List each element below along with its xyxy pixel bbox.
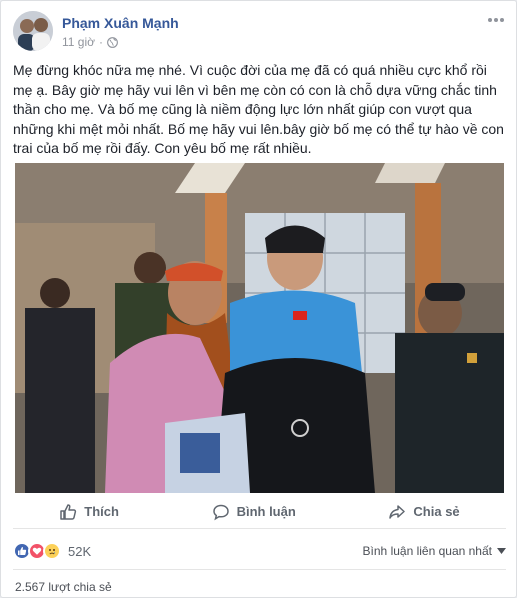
more-options-icon[interactable] <box>486 13 506 27</box>
caret-down-icon <box>497 548 506 554</box>
avatar[interactable] <box>13 11 53 51</box>
thumbs-up-icon <box>60 503 77 520</box>
post-text: Mẹ đừng khóc nữa mẹ nhé. Vì cuộc đời của… <box>13 62 504 156</box>
reactions-count[interactable]: 52K <box>68 544 91 559</box>
divider <box>13 569 506 570</box>
post-time[interactable]: 11 giờ <box>62 35 95 49</box>
sad-reaction-icon <box>43 542 61 560</box>
comment-label: Bình luận <box>236 504 296 519</box>
post-photo[interactable] <box>15 163 504 493</box>
like-label: Thích <box>84 504 119 519</box>
comment-icon <box>212 504 229 520</box>
comment-filter-label: Bình luận liên quan nhất <box>362 544 492 558</box>
action-bar: Thích Bình luận Chia sẻ <box>13 495 506 529</box>
post-header: Phạm Xuân Mạnh 11 giờ · <box>13 11 506 53</box>
post-card: Phạm Xuân Mạnh 11 giờ · Mẹ đừng khóc nữa… <box>0 0 517 598</box>
author-name[interactable]: Phạm Xuân Mạnh <box>62 15 179 31</box>
reaction-summary[interactable]: 52K <box>13 542 91 560</box>
separator: · <box>99 35 103 49</box>
post-meta: 11 giờ · <box>62 35 118 49</box>
shares-count[interactable]: 2.567 lượt chia sẻ <box>15 580 112 594</box>
comment-button[interactable]: Bình luận <box>204 497 304 527</box>
share-button[interactable]: Chia sẻ <box>380 497 467 527</box>
share-icon <box>389 504 406 519</box>
share-label: Chia sẻ <box>413 504 460 519</box>
reactions-row: 52K Bình luận liên quan nhất <box>13 538 506 564</box>
globe-icon[interactable] <box>107 36 118 48</box>
like-button[interactable]: Thích <box>51 497 127 527</box>
comment-filter-dropdown[interactable]: Bình luận liên quan nhất <box>363 544 506 558</box>
